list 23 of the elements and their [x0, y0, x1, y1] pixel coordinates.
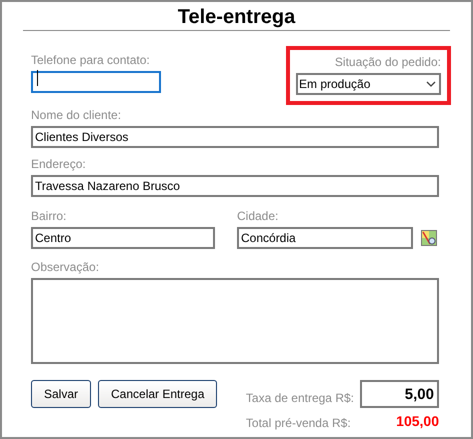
text-field[interactable]: Travessa Nazareno Brusco — [31, 175, 439, 197]
text-field[interactable]: Centro — [31, 227, 215, 249]
field-label: Total pré-venda R$: — [246, 415, 352, 432]
action-button[interactable]: Salvar — [31, 380, 92, 408]
field-label: Endereço: — [31, 157, 87, 171]
total-value: 105,00 — [395, 412, 439, 431]
action-button[interactable]: Cancelar Entrega — [98, 380, 218, 408]
notes-field[interactable] — [31, 278, 439, 364]
field-label: Nome do cliente: — [31, 108, 122, 122]
text-field[interactable]: Clientes Diversos — [31, 126, 439, 148]
phone-field[interactable] — [31, 71, 161, 93]
field-label: Situação do pedido: — [334, 55, 441, 69]
chevron-down-icon — [426, 81, 436, 87]
form-title: Tele-entrega — [176, 5, 296, 29]
field-label: Bairro: — [31, 209, 68, 223]
text-field[interactable]: Concórdia — [237, 227, 413, 249]
field-label: Telefone para contato: — [31, 53, 151, 67]
field-label: Observação: — [31, 260, 100, 274]
field-label: Cidade: — [237, 209, 280, 223]
field-label: Taxa de entrega R$: — [246, 390, 354, 407]
status-dropdown[interactable]: Em produção — [296, 73, 441, 95]
fee-field[interactable]: 5,00 — [360, 380, 439, 408]
map-icon[interactable] — [421, 230, 437, 246]
